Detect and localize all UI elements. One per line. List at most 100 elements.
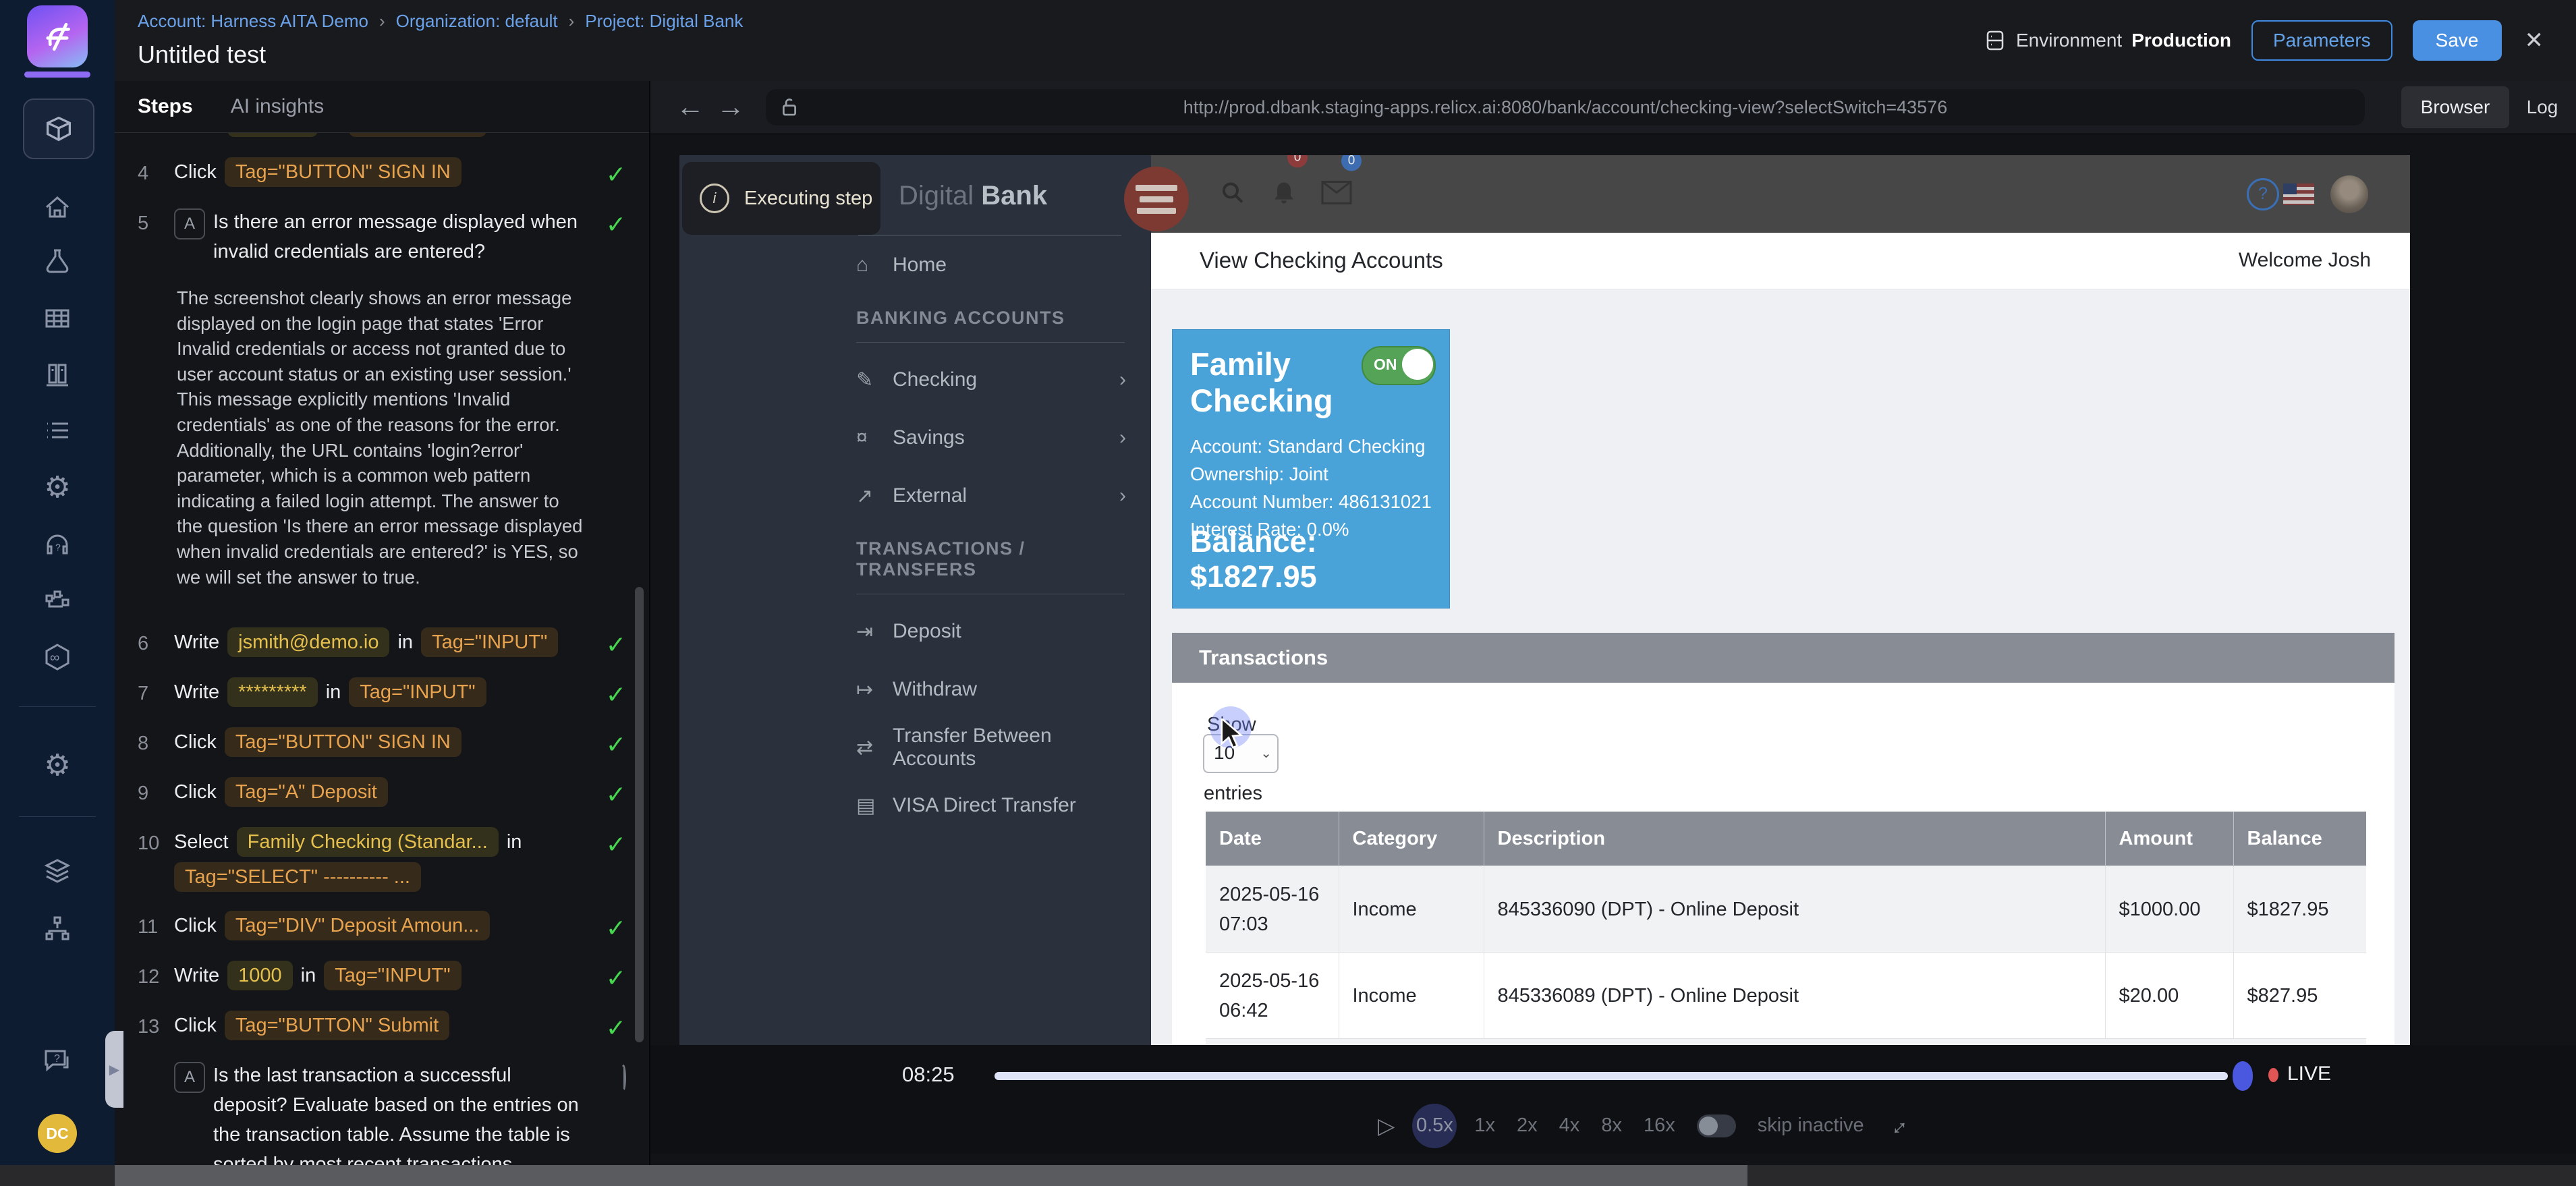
column-header[interactable]: Amount <box>2105 812 2233 866</box>
sidebar-item-withdraw[interactable]: ↦Withdraw <box>856 674 1126 705</box>
step-target-badge[interactable]: Tag="BUTTON" SIGN IN <box>225 157 461 187</box>
parameters-button[interactable]: Parameters <box>2251 20 2392 61</box>
grid-table-icon[interactable] <box>43 304 72 333</box>
cell-amount: $1000.00 <box>2105 866 2233 953</box>
speed-button-1x[interactable]: 1x <box>1474 1114 1495 1137</box>
collapse-arrow-icon: ▶ <box>109 1061 119 1078</box>
steps-scrollbar[interactable] <box>635 587 644 1042</box>
step-target-badge[interactable]: Tag="SELECT" ---------- ... <box>174 862 421 892</box>
support-headset-icon[interactable]: ? <box>43 530 72 560</box>
language-flag-icon[interactable] <box>2283 183 2314 205</box>
speed-button-8x[interactable]: 8x <box>1601 1114 1622 1137</box>
breadcrumb-link[interactable]: Account: Harness AITA Demo <box>138 11 368 32</box>
step-target-badge[interactable]: Tag="BUTTON" Submit <box>225 1011 449 1040</box>
speed-button-4x[interactable]: 4x <box>1559 1114 1580 1137</box>
user-avatar[interactable]: DC <box>38 1114 77 1153</box>
step-target-badge[interactable]: Tag="BUTTON" SIGN IN <box>225 727 461 757</box>
column-header[interactable]: Description <box>1484 812 2105 866</box>
breadcrumb-link[interactable]: Organization: default <box>396 11 558 32</box>
chat-help-icon[interactable]: ? <box>42 1044 73 1075</box>
step-target-badge[interactable]: Tag="INPUT" <box>324 961 461 990</box>
account-ownership: Ownership: Joint <box>1190 460 1432 488</box>
speed-button-2x[interactable]: 2x <box>1517 1114 1538 1137</box>
step-value-badge[interactable]: ********* <box>227 133 318 137</box>
step-target-badge[interactable]: Tag="INPUT" <box>421 627 558 657</box>
messages-envelope-icon[interactable]: 0 <box>1321 180 1352 208</box>
step-action: Click <box>174 777 217 807</box>
settings-gear-icon[interactable]: ⚙ <box>44 473 70 503</box>
list-icon[interactable] <box>43 416 72 445</box>
progress-knob[interactable] <box>2233 1061 2253 1091</box>
step-status: ✓ <box>606 963 626 995</box>
home-icon[interactable] <box>43 192 72 222</box>
step-target-badge[interactable]: Tag="INPUT" <box>349 677 486 707</box>
fullscreen-expand-icon[interactable]: ↔ <box>1880 1108 1915 1143</box>
harness-logo-icon[interactable] <box>27 5 88 67</box>
step-value-badge[interactable]: jsmith@demo.io <box>227 627 389 657</box>
browser-panel: ← → http://prod.dbank.staging-apps.relic… <box>649 81 2576 1165</box>
layers-settings-icon[interactable] <box>43 856 72 886</box>
help-icon[interactable]: ? <box>2247 178 2279 210</box>
notifications-bell-icon[interactable]: 0 <box>1270 178 1298 210</box>
step-value-badge[interactable]: ********* <box>227 677 318 707</box>
step-row[interactable]: 12Write1000inTag="INPUT"✓ <box>138 961 649 992</box>
horizontal-scrollbar-thumb[interactable] <box>115 1165 1747 1186</box>
pipeline-icon[interactable] <box>43 586 72 616</box>
column-header[interactable]: Category <box>1339 812 1484 866</box>
sidebar-item-home[interactable]: ⌂Home <box>856 250 1126 281</box>
horizontal-scrollbar[interactable] <box>0 1165 2576 1186</box>
forward-icon[interactable]: → <box>717 90 745 123</box>
column-header[interactable]: Balance <box>2233 812 2366 866</box>
step-target-badge[interactable]: Tag="A" Deposit <box>225 777 388 807</box>
step-action: Write <box>174 677 219 707</box>
step-row[interactable]: 8ClickTag="BUTTON" SIGN IN✓ <box>138 727 649 758</box>
tab-browser[interactable]: Browser <box>2401 86 2509 128</box>
step-target-badge[interactable]: Tag="DIV" Deposit Amoun... <box>225 911 491 940</box>
lab-flask-icon[interactable] <box>43 246 72 276</box>
infinity-chaos-icon[interactable]: ∞ <box>42 642 73 673</box>
sidebar-item-external[interactable]: ↗External› <box>856 480 1126 511</box>
check-icon: ✓ <box>606 631 626 658</box>
step-value-badge[interactable]: 1000 <box>227 961 293 990</box>
tab-steps[interactable]: Steps <box>138 95 193 118</box>
sidebar-item-tests-active[interactable] <box>23 98 94 159</box>
step-row[interactable]: 13ClickTag="BUTTON" Submit✓ <box>138 1011 649 1042</box>
progress-bar[interactable] <box>995 1072 2228 1080</box>
step-row[interactable]: 3Write*********inTag="INPUT"✓ <box>138 133 649 138</box>
speed-button-0.5x[interactable]: 0.5x <box>1412 1104 1457 1148</box>
column-header[interactable]: Date <box>1206 812 1339 866</box>
step-row[interactable]: 5AIs there an error message displayed wh… <box>138 207 649 266</box>
skip-inactive-toggle[interactable] <box>1697 1114 1736 1137</box>
breadcrumb-link[interactable]: Project: Digital Bank <box>585 11 743 32</box>
step-row[interactable]: 9ClickTag="A" Deposit✓ <box>138 777 649 808</box>
url-bar[interactable]: http://prod.dbank.staging-apps.relicx.ai… <box>766 89 2365 125</box>
step-row[interactable]: 4ClickTag="BUTTON" SIGN IN✓ <box>138 157 649 188</box>
tab-log[interactable]: Log <box>2518 86 2567 128</box>
sidebar-item-deposit[interactable]: ⇥Deposit <box>856 616 1126 647</box>
search-icon[interactable] <box>1219 178 1247 210</box>
step-row[interactable]: 6Writejsmith@demo.ioinTag="INPUT"✓ <box>138 627 649 658</box>
play-icon[interactable]: ▷ <box>1378 1112 1395 1139</box>
step-row[interactable]: 7Write*********inTag="INPUT"✓ <box>138 677 649 708</box>
sidebar-item-savings[interactable]: ¤Savings› <box>856 422 1126 453</box>
save-button[interactable]: Save <box>2413 20 2502 61</box>
account-active-toggle[interactable]: ON <box>1362 346 1436 385</box>
sidebar-item-transfer-between-accounts[interactable]: ⇄Transfer Between Accounts <box>856 732 1126 763</box>
back-icon[interactable]: ← <box>676 90 704 123</box>
step-target-badge[interactable]: Tag="INPUT" <box>349 133 486 137</box>
close-icon[interactable]: ✕ <box>2522 27 2547 54</box>
sidebar-toggle-button[interactable] <box>1124 167 1189 231</box>
speed-button-16x[interactable]: 16x <box>1644 1114 1675 1137</box>
project-settings-gear-icon[interactable]: ⚙ <box>44 751 70 781</box>
bank-user-avatar[interactable] <box>2330 175 2368 213</box>
sidebar-item-checking[interactable]: ✎Checking› <box>856 364 1126 395</box>
tab-ai-insights[interactable]: AI insights <box>231 95 324 118</box>
org-hierarchy-icon[interactable] <box>43 913 72 943</box>
step-row[interactable]: AIs the last transaction a successful de… <box>138 1061 649 1165</box>
step-row[interactable]: 10SelectFamily Checking (Standar...inTag… <box>138 827 649 892</box>
step-row[interactable]: 11ClickTag="DIV" Deposit Amoun...✓ <box>138 911 649 942</box>
step-value-badge[interactable]: Family Checking (Standar... <box>237 827 499 857</box>
panel-collapse-handle[interactable]: ▶ <box>105 1031 123 1108</box>
sidebar-item-visa-direct-transfer[interactable]: ▤VISA Direct Transfer <box>856 790 1126 821</box>
library-icon[interactable] <box>43 360 72 389</box>
